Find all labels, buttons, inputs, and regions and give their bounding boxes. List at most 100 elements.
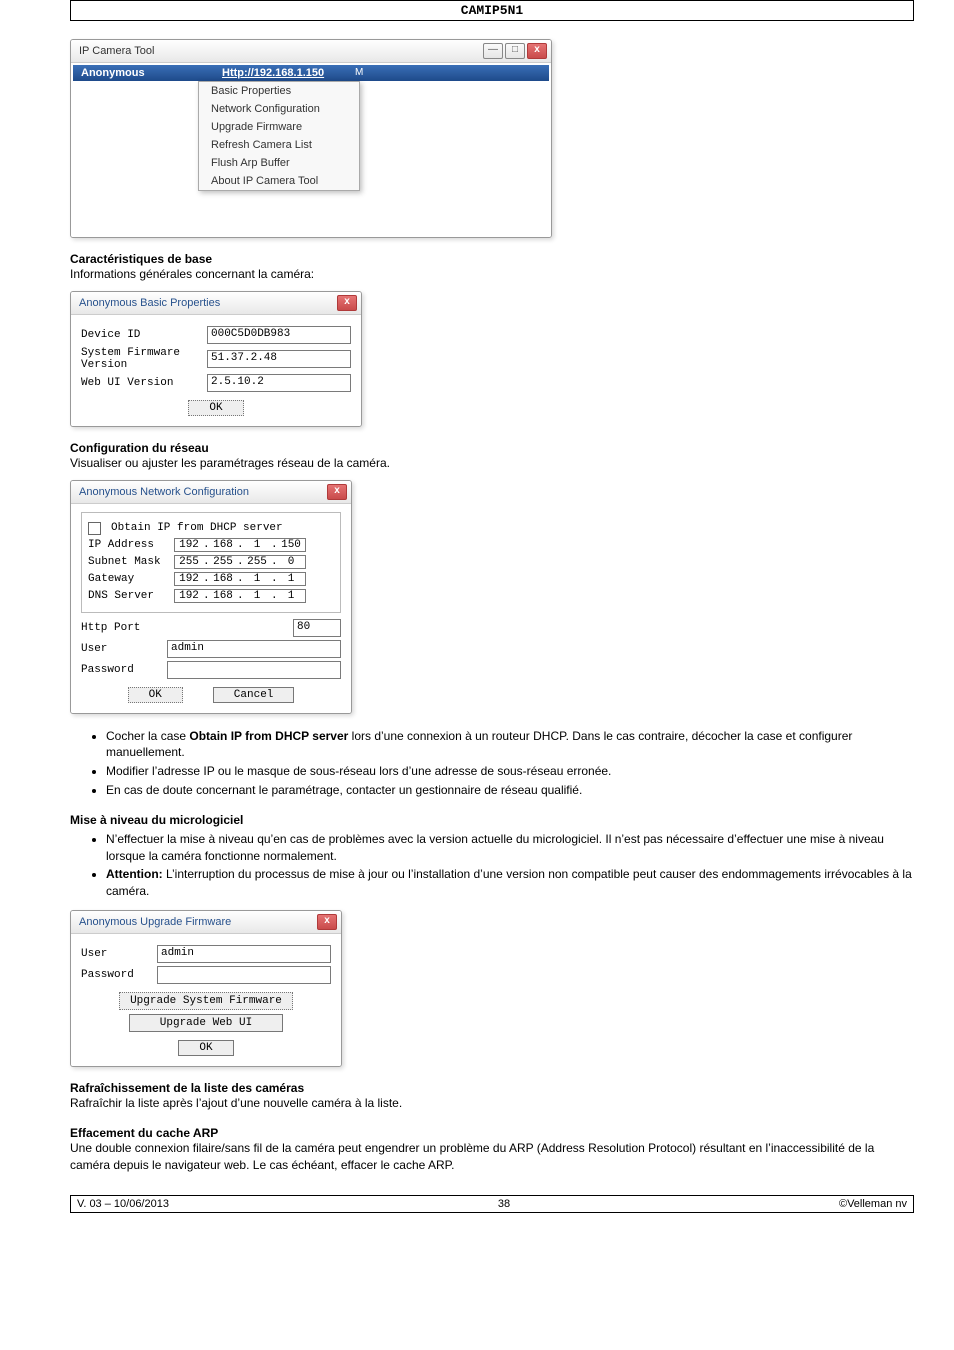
ok-button[interactable]: OK: [178, 1040, 233, 1056]
ip-octet: 255: [175, 556, 203, 568]
heading-basic-properties: Caractéristiques de base: [70, 252, 914, 266]
ip-octet: 192: [175, 590, 203, 602]
row-subnet: Subnet Mask 255. 255. 255. 0: [88, 555, 334, 569]
heading-upgrade-firmware: Mise à niveau du micrologiciel: [70, 813, 914, 827]
camera-mark: M: [351, 65, 549, 81]
close-icon[interactable]: x: [327, 484, 347, 500]
camera-url[interactable]: Http://192.168.1.150: [214, 65, 351, 81]
upgrade-system-firmware-button[interactable]: Upgrade System Firmware: [119, 992, 293, 1010]
input-user[interactable]: admin: [167, 640, 341, 658]
camera-row[interactable]: Anonymous Http://192.168.1.150 M: [73, 65, 549, 81]
label-password: Password: [81, 664, 161, 676]
label-subnet: Subnet Mask: [88, 556, 168, 568]
upgrade-web-ui-button[interactable]: Upgrade Web UI: [129, 1014, 283, 1032]
menu-network-configuration[interactable]: Network Configuration: [199, 100, 359, 118]
label-obtain-dhcp: Obtain IP from DHCP server: [111, 522, 283, 534]
heading-refresh-camera-list: Rafraîchissement de la liste des caméras: [70, 1081, 914, 1095]
input-ip[interactable]: 192. 168. 1. 150: [174, 538, 306, 552]
ip-octet: 255: [209, 556, 237, 568]
row-webui-version: Web UI Version 2.5.10.2: [81, 374, 351, 392]
close-icon[interactable]: x: [337, 295, 357, 311]
close-icon[interactable]: x: [317, 914, 337, 930]
page-footer: V. 03 – 10/06/2013 38 ©Velleman nv: [70, 1195, 914, 1213]
text-refresh: Rafraîchir la liste après l’ajout d’une …: [70, 1095, 914, 1112]
input-gateway[interactable]: 192. 168. 1. 1: [174, 572, 306, 586]
ok-button[interactable]: OK: [188, 400, 243, 416]
label-http-port: Http Port: [81, 622, 161, 634]
ip-octet: 168: [209, 590, 237, 602]
row-dns: DNS Server 192. 168. 1. 1: [88, 589, 334, 603]
titlebar: IP Camera Tool — □ x: [71, 40, 551, 63]
titlebar: Anonymous Network Configuration x: [71, 481, 351, 504]
row-user: User admin: [81, 640, 341, 658]
ip-octet: 168: [209, 573, 237, 585]
input-subnet[interactable]: 255. 255. 255. 0: [174, 555, 306, 569]
text-bold: Attention:: [106, 867, 163, 881]
label-ip: IP Address: [88, 539, 168, 551]
camera-name: Anonymous: [73, 65, 214, 81]
checkbox-dhcp[interactable]: [88, 522, 101, 535]
cancel-button[interactable]: Cancel: [213, 687, 295, 703]
list-item: N’effectuer la mise à niveau qu’en cas d…: [106, 831, 914, 865]
label-user: User: [81, 948, 151, 960]
input-dns[interactable]: 192. 168. 1. 1: [174, 589, 306, 603]
upgrade-notes: N’effectuer la mise à niveau qu’en cas d…: [70, 831, 914, 900]
list-item: Cocher la case Obtain IP from DHCP serve…: [106, 728, 914, 762]
basic-properties-dialog: Anonymous Basic Properties x Device ID 0…: [70, 291, 362, 427]
close-icon[interactable]: x: [527, 43, 547, 59]
menu-about[interactable]: About IP Camera Tool: [199, 172, 359, 190]
ip-octet: 168: [209, 539, 237, 551]
row-firmware-version: System Firmware Version 51.37.2.48: [81, 347, 351, 371]
intro-basic-properties: Informations générales concernant la cam…: [70, 266, 914, 283]
intro-network-config: Visualiser ou ajuster les paramétrages r…: [70, 455, 914, 472]
label-webui: Web UI Version: [81, 377, 201, 389]
label-device-id: Device ID: [81, 329, 201, 341]
ip-octet: 150: [277, 539, 305, 551]
row-http-port: Http Port 80: [81, 619, 341, 637]
label-gateway: Gateway: [88, 573, 168, 585]
list-item: Attention: L’interruption du processus d…: [106, 866, 914, 900]
row-password: Password: [81, 661, 341, 679]
menu-upgrade-firmware[interactable]: Upgrade Firmware: [199, 118, 359, 136]
input-user[interactable]: admin: [157, 945, 331, 963]
heading-flush-arp: Effacement du cache ARP: [70, 1126, 914, 1140]
text: Cocher la case: [106, 729, 189, 743]
label-user: User: [81, 643, 161, 655]
menu-basic-properties[interactable]: Basic Properties: [199, 82, 359, 100]
ip-octet: 192: [175, 573, 203, 585]
menu-flush-arp-buffer[interactable]: Flush Arp Buffer: [199, 154, 359, 172]
ip-octet: 1: [243, 590, 271, 602]
text: L’interruption du processus de mise à jo…: [106, 867, 912, 898]
row-device-id: Device ID 000C5D0DB983: [81, 326, 351, 344]
label-password: Password: [81, 969, 151, 981]
footer-left: V. 03 – 10/06/2013: [77, 1198, 169, 1210]
row-gateway: Gateway 192. 168. 1. 1: [88, 572, 334, 586]
ip-octet: 1: [277, 573, 305, 585]
text-flush-arp: Une double connexion filaire/sans fil de…: [70, 1140, 914, 1174]
value-webui: 2.5.10.2: [207, 374, 351, 392]
ip-octet: 1: [277, 590, 305, 602]
header-title: CAMIP5N1: [461, 3, 523, 18]
ok-button[interactable]: OK: [128, 687, 183, 703]
row-user: User admin: [81, 945, 331, 963]
value-firmware: 51.37.2.48: [207, 350, 351, 368]
network-config-notes: Cocher la case Obtain IP from DHCP serve…: [70, 728, 914, 799]
input-password[interactable]: [167, 661, 341, 679]
ip-octet: 0: [277, 556, 305, 568]
menu-refresh-camera-list[interactable]: Refresh Camera List: [199, 136, 359, 154]
ip-octet: 1: [243, 539, 271, 551]
window-title: Anonymous Basic Properties: [79, 297, 220, 309]
row-password: Password: [81, 966, 331, 984]
row-ip-address: IP Address 192. 168. 1. 150: [88, 538, 334, 552]
titlebar: Anonymous Upgrade Firmware x: [71, 911, 341, 934]
input-password[interactable]: [157, 966, 331, 984]
list-item: En cas de doute concernant le paramétrag…: [106, 782, 914, 799]
maximize-icon[interactable]: □: [505, 43, 525, 59]
minimize-icon[interactable]: —: [483, 43, 503, 59]
heading-network-config: Configuration du réseau: [70, 441, 914, 455]
page-header: CAMIP5N1: [70, 0, 914, 21]
input-http-port[interactable]: 80: [293, 619, 341, 637]
row-obtain-dhcp: Obtain IP from DHCP server: [88, 522, 334, 535]
footer-center: 38: [498, 1198, 510, 1210]
upgrade-firmware-dialog: Anonymous Upgrade Firmware x User admin …: [70, 910, 342, 1067]
